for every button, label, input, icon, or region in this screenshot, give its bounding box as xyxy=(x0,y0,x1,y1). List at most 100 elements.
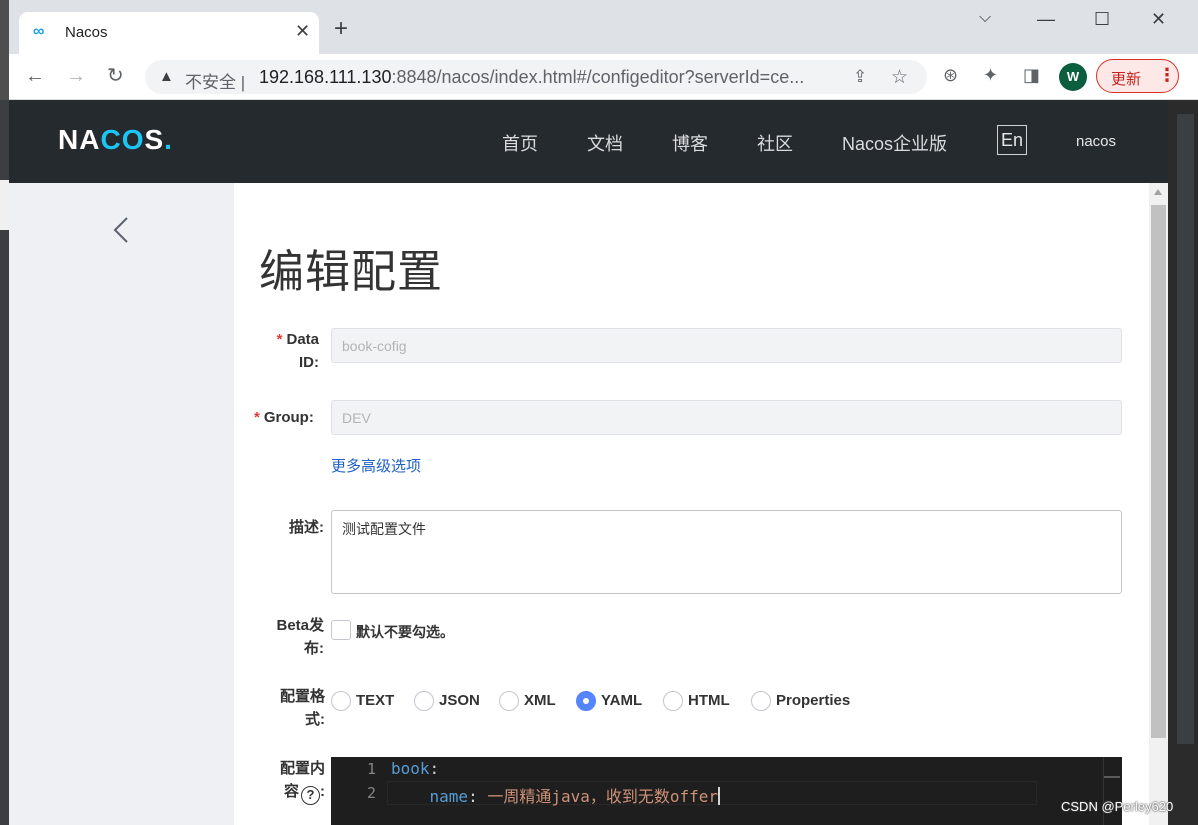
scroll-thumb[interactable] xyxy=(1151,205,1166,738)
format-option-label[interactable]: HTML xyxy=(688,692,730,709)
background-app-sliver xyxy=(0,0,9,825)
logo-part: NA xyxy=(58,124,101,155)
beta-hint: 默认不要勾选。 xyxy=(356,624,454,640)
config-editor-main: 编辑配置 * Data ID: book-cofig * Group: DEV 更多高… xyxy=(234,183,1149,825)
nacos-logo[interactable]: NACOS. xyxy=(58,124,173,156)
logo-part: C xyxy=(100,124,122,155)
tab-strip: ∞ Nacos ✕ + ⌵ — ☐ ✕ xyxy=(9,0,1198,54)
language-switch-button[interactable]: En xyxy=(997,125,1027,155)
extensions-puzzle-icon[interactable]: ✦ xyxy=(983,65,998,86)
format-label-line1: 配置格 xyxy=(279,688,325,705)
group-input[interactable]: DEV xyxy=(331,400,1122,435)
format-radio-text[interactable] xyxy=(331,691,351,711)
beta-label-line1: Beta发 xyxy=(276,617,324,634)
tab-title: Nacos xyxy=(65,24,108,41)
beta-checkbox[interactable] xyxy=(331,620,351,640)
yaml-value: 一周精通java，收到无数offer xyxy=(487,787,719,806)
scroll-up-icon[interactable] xyxy=(1154,189,1162,195)
tab-nacos[interactable]: ∞ Nacos ✕ xyxy=(19,12,319,54)
page-title: 编辑配置 xyxy=(259,246,444,297)
format-option-label[interactable]: TEXT xyxy=(356,692,394,709)
minimize-button[interactable]: — xyxy=(1037,9,1055,30)
data-id-input[interactable]: book-cofig xyxy=(331,328,1122,363)
format-label: 配置格式: xyxy=(259,685,325,731)
editor-minimap[interactable] xyxy=(1103,757,1122,825)
page-scrollbar[interactable] xyxy=(1149,183,1168,825)
sidebar xyxy=(9,183,234,825)
nacos-header: NACOS. 首页 文档 博客 社区 Nacos企业版 En nacos xyxy=(9,100,1168,183)
nav-blog[interactable]: 博客 xyxy=(672,130,708,156)
watermark: CSDN @Perley620 xyxy=(1061,799,1174,814)
format-option-label[interactable]: Properties xyxy=(776,692,850,709)
close-window-button[interactable]: ✕ xyxy=(1151,9,1166,30)
content-label-line2: 容 xyxy=(283,783,299,800)
required-mark: * xyxy=(254,409,260,426)
content-label: 配置内容?: xyxy=(259,757,325,805)
text-cursor xyxy=(718,787,721,805)
data-id-label-line2: ID: xyxy=(299,354,319,371)
format-option-label[interactable]: XML xyxy=(524,692,556,709)
yaml-key: name xyxy=(391,787,469,806)
back-button[interactable]: ← xyxy=(25,64,45,88)
format-option-label[interactable]: JSON xyxy=(439,692,480,709)
line-number: 1 xyxy=(367,760,377,778)
help-icon[interactable]: ? xyxy=(301,786,320,805)
logo-part: S xyxy=(144,124,165,155)
maximize-button[interactable]: ☐ xyxy=(1094,9,1110,30)
extension-icon[interactable]: ⊛ xyxy=(943,65,958,86)
format-radio-properties[interactable] xyxy=(751,691,771,711)
format-radio-html[interactable] xyxy=(663,691,683,711)
background-window-edge xyxy=(1168,100,1198,825)
format-radio-json[interactable] xyxy=(414,691,434,711)
description-textarea[interactable]: 测试配置文件 xyxy=(331,510,1122,594)
code-editor[interactable]: 1 2 book: name: 一周精通java，收到无数offer xyxy=(331,757,1122,825)
required-mark: * xyxy=(276,331,283,348)
back-arrow-icon[interactable] xyxy=(113,217,129,243)
nav-docs[interactable]: 文档 xyxy=(587,130,623,156)
forward-button[interactable]: → xyxy=(66,64,86,88)
update-button[interactable]: 更新 ⋮ xyxy=(1096,59,1179,93)
insecure-label[interactable]: 不安全 | xyxy=(185,68,245,93)
data-id-label-line1: Data xyxy=(286,331,319,348)
format-option-label[interactable]: YAML xyxy=(601,692,642,709)
nacos-favicon-icon: ∞ xyxy=(33,23,45,40)
side-panel-icon[interactable]: ◨ xyxy=(1023,65,1040,86)
code-line: book: xyxy=(391,759,439,778)
tab-close-icon[interactable]: ✕ xyxy=(295,21,310,42)
share-icon[interactable]: ⇪ xyxy=(853,67,867,87)
format-label-line2: 式: xyxy=(305,711,325,728)
url-path: :8848/nacos/index.html#/configeditor?ser… xyxy=(391,67,805,87)
group-label: * Group: xyxy=(254,406,334,429)
logo-part: . xyxy=(164,124,173,155)
advanced-options-link[interactable]: 更多高级选项 xyxy=(331,455,421,476)
address-bar[interactable]: ▲ 不安全 | 192.168.111.130:8848/nacos/index… xyxy=(145,60,927,94)
browser-toolbar: ← → ↻ ▲ 不安全 | 192.168.111.130:8848/nacos… xyxy=(9,54,1198,100)
logo-part: O xyxy=(121,124,145,155)
new-tab-button[interactable]: + xyxy=(334,17,348,41)
content-label-line1: 配置内 xyxy=(279,760,325,777)
bookmark-star-icon[interactable]: ☆ xyxy=(891,66,908,89)
beta-label: Beta发 布: xyxy=(259,614,324,660)
format-radio-yaml[interactable] xyxy=(576,691,596,711)
url-text[interactable]: 192.168.111.130:8848/nacos/index.html#/c… xyxy=(259,67,804,88)
yaml-sep: : xyxy=(429,759,440,778)
content-label-colon: : xyxy=(320,783,325,800)
yaml-sep: : xyxy=(468,787,488,806)
user-menu[interactable]: nacos xyxy=(1076,133,1116,150)
warning-icon[interactable]: ▲ xyxy=(159,68,174,85)
url-host: 192.168.111.130 xyxy=(259,67,392,87)
desc-label: 描述: xyxy=(289,519,324,536)
reload-button[interactable]: ↻ xyxy=(107,64,124,88)
browser-window: ∞ Nacos ✕ + ⌵ — ☐ ✕ ← → ↻ ▲ 不安全 | 192.16… xyxy=(9,0,1198,825)
data-id-label: * Data ID: xyxy=(259,328,319,374)
nav-home[interactable]: 首页 xyxy=(502,130,538,156)
group-label-text: Group: xyxy=(263,409,314,426)
profile-avatar[interactable]: W xyxy=(1059,63,1087,91)
format-radio-xml[interactable] xyxy=(499,691,519,711)
yaml-key: book xyxy=(391,759,430,778)
tab-search-icon[interactable]: ⌵ xyxy=(979,9,991,27)
code-line: name: 一周精通java，收到无数offer xyxy=(391,783,721,807)
nav-community[interactable]: 社区 xyxy=(757,130,793,156)
line-number: 2 xyxy=(367,784,377,802)
nav-enterprise[interactable]: Nacos企业版 xyxy=(842,130,947,156)
